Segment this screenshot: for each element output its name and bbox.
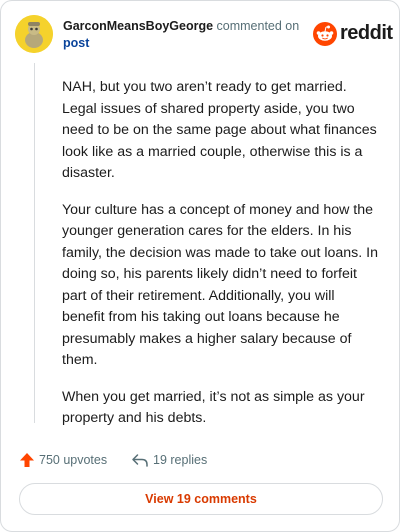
- user-avatar[interactable]: [15, 15, 53, 53]
- view-comments-button[interactable]: View 19 comments: [19, 483, 383, 515]
- comment-paragraph: Your culture has a concept of money and …: [62, 201, 378, 369]
- thread-line[interactable]: [34, 63, 35, 423]
- comment-meta: GarconMeansBoyGeorge commented on post: [63, 18, 303, 52]
- reply-count: 19 replies: [153, 453, 208, 467]
- comment-body: NAH, but you two aren’t ready to get mar…: [62, 77, 380, 445]
- username[interactable]: GarconMeansBoyGeorge: [63, 19, 213, 33]
- reddit-wordmark: reddit: [340, 22, 393, 44]
- comment-paragraph: When you get married, it’s not as simple…: [62, 388, 365, 427]
- comment-paragraph: NAH, but you two aren’t ready to get mar…: [62, 79, 377, 181]
- upvote-button[interactable]: 750 upvotes: [19, 450, 107, 470]
- comment-card: GarconMeansBoyGeorge commented on post r…: [0, 0, 400, 532]
- post-link[interactable]: post: [63, 35, 303, 52]
- replies-button[interactable]: 19 replies: [131, 450, 207, 470]
- upvote-count: 750 upvotes: [39, 453, 108, 467]
- reddit-logo[interactable]: reddit: [313, 21, 393, 47]
- comment-header: GarconMeansBoyGeorge commented on post r…: [15, 15, 393, 55]
- reddit-snoo-icon: [313, 22, 337, 46]
- upvote-arrow-icon: [20, 453, 34, 467]
- comment-actions: 750 upvotes 19 replies: [19, 450, 379, 472]
- avatar-icon: [15, 15, 53, 53]
- reply-arrow-icon: [132, 454, 148, 467]
- commented-label: commented on: [216, 19, 300, 33]
